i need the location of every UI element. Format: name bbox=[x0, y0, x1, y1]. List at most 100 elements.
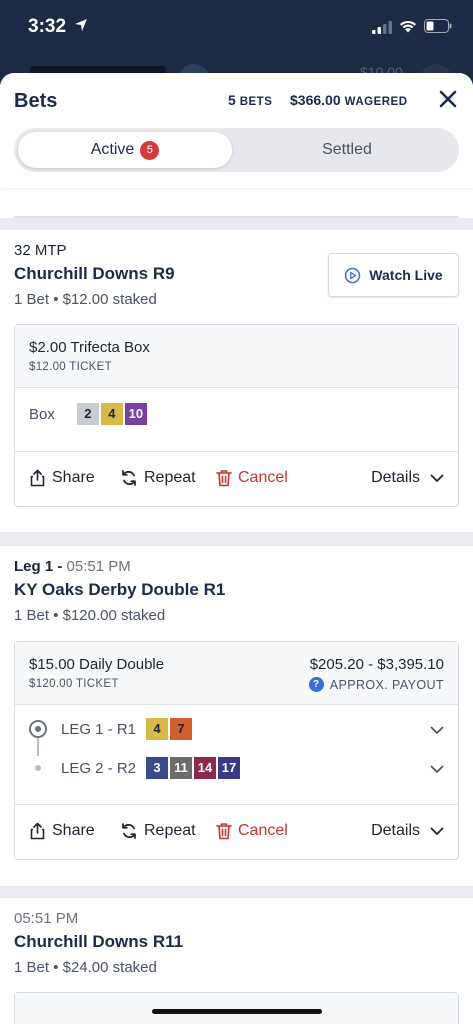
tab-settled[interactable]: Settled bbox=[240, 132, 454, 168]
race-name: Churchill Downs R9 bbox=[14, 264, 175, 283]
close-icon[interactable] bbox=[438, 89, 458, 109]
status-bar: 3:32 bbox=[0, 0, 473, 60]
repeat-button[interactable]: Repeat bbox=[120, 469, 196, 487]
bet-count-label: BETS bbox=[239, 96, 273, 108]
wagered-label: WAGERED bbox=[344, 96, 408, 108]
runner-chip: 7 bbox=[170, 718, 193, 740]
runner-chip: 10 bbox=[124, 403, 147, 425]
selection-label: Box bbox=[29, 405, 55, 423]
share-label: Share bbox=[52, 469, 95, 486]
share-button[interactable]: Share bbox=[29, 469, 95, 487]
bet-summary: 1 Bet • $24.00 staked bbox=[14, 959, 157, 976]
runner-chip: 11 bbox=[170, 757, 193, 779]
runner-chip: 17 bbox=[218, 757, 241, 779]
ticket-header: $2.00 Trifecta Box $12.00 TICKET bbox=[15, 325, 458, 388]
cell-signal-icon bbox=[372, 21, 392, 34]
repeat-icon bbox=[122, 470, 136, 486]
bet-summary: 1 Bet • $120.00 staked bbox=[14, 607, 166, 624]
selection-row: Box 2 4 10 bbox=[29, 403, 147, 425]
repeat-label: Repeat bbox=[144, 469, 196, 486]
minutes-to-post: 32 MTP bbox=[14, 242, 67, 259]
bet-ticket bbox=[14, 992, 459, 1024]
repeat-button[interactable]: Repeat bbox=[120, 822, 196, 840]
active-count-badge: 5 bbox=[140, 140, 160, 160]
payout-label: APPROX. PAYOUT bbox=[329, 677, 444, 692]
chevron-down-icon[interactable] bbox=[430, 765, 444, 774]
ticket-type: $2.00 Trifecta Box bbox=[29, 339, 150, 356]
details-label: Details bbox=[371, 822, 420, 839]
bet-count: 5 BETS bbox=[228, 92, 272, 108]
trash-icon bbox=[216, 823, 232, 840]
page-title: Bets bbox=[14, 90, 58, 112]
leg-indicator: Leg 1 - bbox=[14, 558, 67, 575]
repeat-icon bbox=[122, 823, 136, 839]
bet-ticket: $15.00 Daily Double $120.00 TICKET $205.… bbox=[14, 641, 459, 860]
bet-ticket: $2.00 Trifecta Box $12.00 TICKET Box 2 4… bbox=[14, 324, 459, 507]
details-toggle[interactable]: Details bbox=[371, 469, 444, 487]
previous-bet-card-tail bbox=[0, 188, 473, 218]
runner-chip: 4 bbox=[146, 718, 169, 740]
ticket-actions: Share Repeat Cancel Details bbox=[15, 804, 458, 859]
cancel-button[interactable]: Cancel bbox=[216, 469, 288, 487]
ticket-type: $15.00 Daily Double bbox=[29, 656, 165, 673]
current-leg-marker-icon bbox=[29, 720, 47, 738]
ticket-cost: $12.00 TICKET bbox=[29, 361, 112, 373]
divider bbox=[14, 216, 459, 218]
wifi-icon bbox=[400, 20, 416, 33]
wagered-amount: $366.00 bbox=[290, 92, 341, 108]
runner-chip: 3 bbox=[146, 757, 169, 779]
runner-chip: 2 bbox=[76, 403, 99, 425]
trash-icon bbox=[216, 470, 232, 487]
wagered-total: $366.00 WAGERED bbox=[290, 92, 408, 108]
leg-label: LEG 1 - R1 bbox=[61, 720, 137, 738]
leg-row: LEG 1 - R1 4 7 bbox=[61, 718, 193, 740]
share-icon bbox=[30, 822, 45, 840]
details-toggle[interactable]: Details bbox=[371, 822, 444, 840]
leg-marker-icon bbox=[35, 765, 41, 771]
payout-range: $205.20 - $3,395.10 bbox=[309, 656, 444, 673]
legs-connector bbox=[37, 738, 39, 756]
watch-live-label: Watch Live bbox=[369, 267, 443, 283]
share-icon bbox=[30, 469, 45, 487]
runner-chip: 4 bbox=[100, 403, 123, 425]
details-label: Details bbox=[371, 469, 420, 486]
bet-card: 05:51 PM Churchill Downs R11 1 Bet • $24… bbox=[0, 898, 473, 1024]
cancel-label: Cancel bbox=[238, 822, 288, 839]
bet-card: 32 MTP Churchill Downs R9 1 Bet • $12.00… bbox=[0, 230, 473, 532]
payout-info[interactable]: ? APPROX. PAYOUT bbox=[308, 677, 444, 692]
tab-active[interactable]: Active 5 bbox=[18, 132, 232, 168]
chevron-down-icon bbox=[430, 474, 444, 482]
share-label: Share bbox=[52, 822, 95, 839]
cancel-label: Cancel bbox=[238, 469, 288, 486]
post-time: 05:51 PM bbox=[66, 558, 131, 575]
bet-card: Leg 1 - 05:51 PM KY Oaks Derby Double R1… bbox=[0, 546, 473, 886]
post-time: 05:51 PM bbox=[14, 910, 79, 927]
chevron-down-icon[interactable] bbox=[430, 726, 444, 735]
ticket-cost: $120.00 TICKET bbox=[29, 678, 119, 690]
leg-time: Leg 1 - 05:51 PM bbox=[14, 558, 131, 575]
share-button[interactable]: Share bbox=[29, 822, 95, 840]
bets-sheet: Bets 5 BETS $366.00 WAGERED Active 5 Sett… bbox=[0, 73, 473, 1024]
ticket-actions: Share Repeat Cancel Details bbox=[15, 451, 458, 506]
bets-tab-switcher: Active 5 Settled bbox=[14, 128, 459, 172]
ticket-header: $15.00 Daily Double $120.00 TICKET $205.… bbox=[15, 642, 458, 705]
battery-icon bbox=[424, 19, 452, 33]
chevron-down-icon bbox=[430, 827, 444, 835]
cancel-button[interactable]: Cancel bbox=[216, 822, 288, 840]
bet-summary: 1 Bet • $12.00 staked bbox=[14, 291, 157, 308]
leg-row: LEG 2 - R2 3 11 14 17 bbox=[61, 757, 241, 779]
bet-count-value: 5 bbox=[228, 92, 236, 108]
leg-label: LEG 2 - R2 bbox=[61, 759, 137, 777]
tab-settled-label: Settled bbox=[322, 141, 372, 158]
play-circle-icon bbox=[345, 267, 361, 283]
tab-active-label: Active bbox=[90, 141, 135, 158]
runner-chip: 14 bbox=[194, 757, 217, 779]
home-indicator bbox=[152, 1009, 322, 1014]
question-icon: ? bbox=[308, 677, 324, 692]
race-name: Churchill Downs R11 bbox=[14, 932, 184, 951]
repeat-label: Repeat bbox=[144, 822, 196, 839]
watch-live-button[interactable]: Watch Live bbox=[328, 253, 459, 297]
bets-sheet-header: Bets 5 BETS $366.00 WAGERED Active 5 Sett… bbox=[0, 73, 473, 188]
race-name: KY Oaks Derby Double R1 bbox=[14, 580, 226, 599]
status-time: 3:32 bbox=[28, 16, 67, 37]
